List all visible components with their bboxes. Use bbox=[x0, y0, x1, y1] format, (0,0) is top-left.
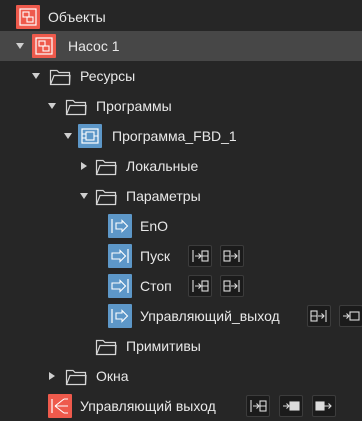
objects-tree-icon bbox=[16, 5, 40, 29]
tree-label-param-eno: EnO bbox=[140, 218, 169, 234]
tree-label-primitives: Примитивы bbox=[126, 338, 201, 354]
tree-label-param-stop: Стоп bbox=[140, 278, 172, 294]
tree-row-params[interactable]: Параметры bbox=[0, 181, 362, 211]
expand-toggle-icon[interactable] bbox=[78, 151, 90, 181]
read-input-button[interactable] bbox=[279, 395, 303, 417]
write-output-button[interactable] bbox=[339, 305, 362, 327]
tree-label-resources: Ресурсы bbox=[80, 68, 136, 84]
signal-icon bbox=[48, 394, 72, 418]
tree-row-programs[interactable]: Программы bbox=[0, 91, 362, 121]
expand-toggle-icon[interactable] bbox=[14, 31, 26, 61]
tree-row-windows[interactable]: Окна bbox=[0, 361, 362, 391]
tree-label-objects: Объекты bbox=[48, 9, 106, 25]
tree-row-resources[interactable]: Ресурсы bbox=[0, 61, 362, 91]
folder-icon bbox=[64, 94, 88, 118]
bind-output-button[interactable] bbox=[220, 275, 244, 297]
tree-row-program-fbd[interactable]: Программа_FBD_1 bbox=[0, 121, 362, 151]
tree-label-control-output: Управляющий выход bbox=[80, 398, 216, 414]
expand-toggle-icon[interactable] bbox=[46, 91, 58, 121]
expand-toggle-icon[interactable] bbox=[62, 121, 74, 151]
input-param-icon bbox=[108, 274, 132, 298]
bind-output-button[interactable] bbox=[307, 305, 331, 327]
write-output-button[interactable] bbox=[312, 395, 336, 417]
tree-row-param-eno[interactable]: EnO bbox=[0, 211, 362, 241]
folder-icon bbox=[94, 334, 118, 358]
bind-input-button[interactable] bbox=[188, 245, 212, 267]
expand-toggle-icon[interactable] bbox=[46, 361, 58, 391]
bind-input-button[interactable] bbox=[246, 395, 270, 417]
folder-icon bbox=[94, 154, 118, 178]
tree-row-primitives[interactable]: Примитивы bbox=[0, 331, 362, 361]
fbd-program-icon bbox=[78, 124, 102, 148]
tree-row-param-stop[interactable]: Стоп bbox=[0, 271, 362, 301]
folder-icon bbox=[48, 64, 72, 88]
tree-row-param-control[interactable]: Управляющий_выход bbox=[0, 301, 362, 331]
bind-output-button[interactable] bbox=[220, 245, 244, 267]
output-param-icon bbox=[108, 304, 132, 328]
input-param-icon bbox=[108, 244, 132, 268]
tree-label-program-fbd: Программа_FBD_1 bbox=[112, 128, 237, 144]
output-param-icon bbox=[108, 214, 132, 238]
tree-label-programs: Программы bbox=[96, 98, 172, 114]
expand-toggle-icon[interactable] bbox=[78, 181, 90, 211]
tree-row-param-start[interactable]: Пуск bbox=[0, 241, 362, 271]
tree-row-objects[interactable]: Объекты bbox=[0, 2, 362, 32]
tree-label-windows: Окна bbox=[96, 368, 129, 384]
tree-label-param-start: Пуск bbox=[140, 248, 171, 264]
tree-label-pump: Насос 1 bbox=[68, 38, 120, 54]
tree-label-params: Параметры bbox=[126, 188, 201, 204]
expand-toggle-icon[interactable] bbox=[30, 61, 42, 91]
bind-input-button[interactable] bbox=[188, 275, 212, 297]
tree-row-local[interactable]: Локальные bbox=[0, 151, 362, 181]
tree-label-local: Локальные bbox=[126, 158, 199, 174]
folder-icon bbox=[94, 184, 118, 208]
folder-icon bbox=[64, 364, 88, 388]
tree-row-pump[interactable]: Насос 1 bbox=[0, 31, 362, 61]
tree-row-control-output[interactable]: Управляющий выход bbox=[0, 391, 362, 421]
object-icon bbox=[32, 34, 56, 58]
tree-label-param-control: Управляющий_выход bbox=[140, 308, 280, 324]
